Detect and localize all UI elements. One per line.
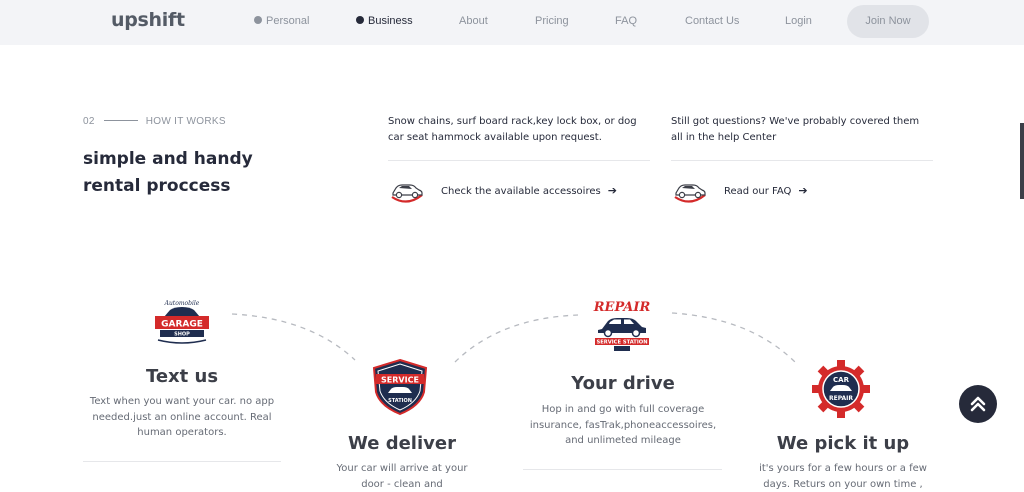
svg-text:STATION: STATION [388, 398, 412, 404]
svg-text:REPAIR: REPAIR [593, 300, 651, 315]
back-to-top-button[interactable] [959, 385, 997, 423]
step-title-we-pick-it-up: We pick it up [776, 433, 910, 454]
divider [83, 461, 281, 462]
divider [523, 469, 722, 470]
step-desc-text-us: Text when you want your car. no app need… [89, 396, 275, 438]
car-repair-gear-icon: CAR REPAIR [812, 360, 870, 418]
svg-text:SERVICE STATION: SERVICE STATION [596, 340, 647, 346]
step-title-text-us: Text us [145, 366, 219, 387]
step-title-we-deliver: We deliver [348, 433, 456, 454]
svg-text:SERVICE: SERVICE [381, 376, 419, 385]
svg-text:CAR: CAR [833, 376, 850, 384]
svg-text:SHOP: SHOP [174, 332, 190, 338]
step-desc-we-pick-it-up: it's yours for a few hours or a few days… [759, 463, 927, 490]
step-desc-we-deliver: Your car will arrive at your door - clea… [336, 463, 468, 490]
service-station-shield-icon: SERVICE STATION [372, 358, 428, 416]
svg-text:Automobile: Automobile [164, 300, 200, 307]
garage-shop-logo-icon: Automobile GARAGE SHOP [155, 300, 209, 344]
double-chevron-up-icon [970, 396, 986, 412]
svg-text:GARAGE: GARAGE [161, 320, 203, 330]
step-title-your-drive: Your drive [571, 373, 675, 394]
svg-text:REPAIR: REPAIR [829, 395, 853, 402]
repair-service-station-logo-icon: REPAIR SERVICE STATION [593, 300, 651, 351]
step-desc-your-drive: Hop in and go with full coverage insuran… [529, 404, 717, 446]
